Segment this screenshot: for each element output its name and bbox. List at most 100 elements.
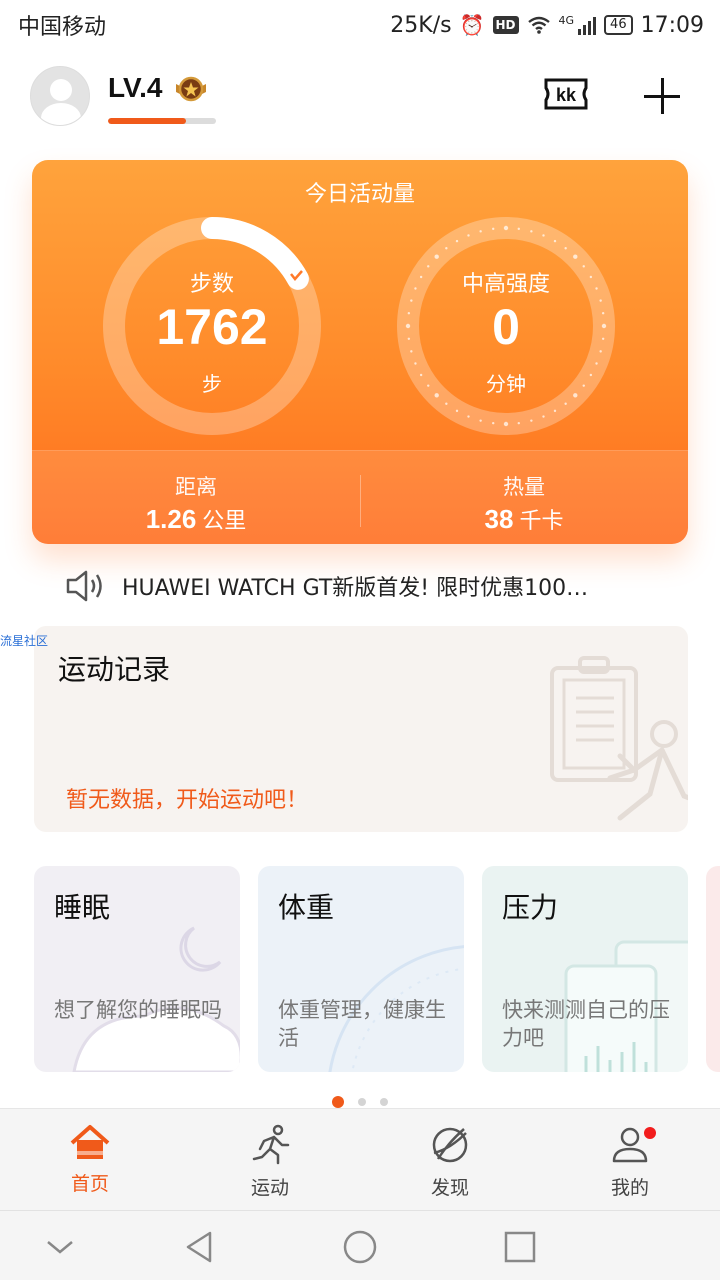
intensity-tick <box>414 362 417 365</box>
intensity-tick <box>467 415 470 418</box>
weight-title: 体重 <box>278 891 335 924</box>
tab-exercise[interactable]: 运动 <box>180 1119 360 1209</box>
intensity-tick <box>542 415 545 418</box>
signal-icon <box>578 15 597 35</box>
activity-summary: 距离 1.26 公里 热量 38 千卡 <box>32 450 688 544</box>
steps-label: 步数 <box>189 272 234 297</box>
kk-ticket-icon[interactable]: kk <box>540 74 592 114</box>
intensity-ring[interactable]: 中高强度 0 分钟 <box>396 216 616 436</box>
calories-value: 38 <box>484 504 514 534</box>
intensity-tick <box>564 402 567 405</box>
intensity-tick <box>492 421 495 425</box>
carousel-dot <box>380 1098 388 1106</box>
intensity-label: 中高强度 <box>461 272 550 297</box>
tab-me-label: 我的 <box>610 1177 649 1199</box>
sleep-card[interactable]: 睡眠 想了解您的睡眠吗 <box>34 866 240 1072</box>
tab-me[interactable]: 我的 <box>540 1119 720 1209</box>
home-icon <box>70 1125 110 1159</box>
tab-home[interactable]: 首页 <box>0 1119 180 1209</box>
stress-title: 压力 <box>502 891 559 924</box>
sleep-desc: 想了解您的睡眠吗 <box>54 998 222 1022</box>
distance-value: 1.26 <box>145 504 197 534</box>
tab-discover[interactable]: 发现 <box>360 1119 540 1209</box>
steps-value: 1762 <box>156 299 268 355</box>
record-empty-hint[interactable]: 暂无数据，开始运动吧！ <box>66 782 308 814</box>
intensity-tick <box>595 362 598 365</box>
clock: 17:09 <box>640 12 704 38</box>
intensity-tick <box>553 409 557 413</box>
chevron-down-icon[interactable] <box>40 1227 80 1267</box>
intensity-tick <box>573 254 578 259</box>
intensity-tick <box>479 230 482 233</box>
wifi-icon <box>527 16 550 34</box>
weight-card[interactable]: 体重 体重管理，健康生活 <box>258 866 464 1072</box>
intensity-tick <box>530 419 533 422</box>
intensity-tick <box>467 234 470 237</box>
stress-card[interactable]: 压力 快来测测自己的压力吧 <box>482 866 688 1072</box>
tab-exercise-label: 运动 <box>250 1177 289 1199</box>
recents-icon[interactable] <box>500 1227 540 1267</box>
hd-badge: HD <box>492 16 519 34</box>
add-button[interactable] <box>640 74 684 118</box>
intensity-tick <box>503 421 509 427</box>
carousel-dots <box>0 1096 720 1108</box>
stress-desc: 快来测测自己的压力吧 <box>502 998 670 1050</box>
intensity-unit: 分钟 <box>486 372 526 396</box>
intensity-value: 0 <box>492 299 520 355</box>
back-icon[interactable] <box>180 1227 220 1267</box>
weight-desc: 体重管理，健康生活 <box>278 998 446 1050</box>
discover-icon <box>432 1127 468 1163</box>
intensity-tick <box>455 409 459 413</box>
carousel-dot-active <box>332 1096 344 1108</box>
steps-unit: 步 <box>202 372 222 396</box>
announcement-bar[interactable]: HUAWEI WATCH GT新版首发! 限时优惠100… <box>64 566 664 606</box>
home-nav-icon[interactable] <box>340 1227 380 1267</box>
tab-discover-label: 发现 <box>430 1177 469 1199</box>
status-icons: 25K/s ⏰ HD 4G 46 17:09 <box>390 13 704 38</box>
announcement-text[interactable]: HUAWEI WATCH GT新版首发! 限时优惠100… <box>122 570 662 602</box>
level-progress-bar <box>108 118 216 124</box>
record-title: 运动记录 <box>58 653 171 686</box>
clipboard-runner-icon <box>550 656 688 821</box>
calories-stat: 热量 38 千卡 <box>360 471 688 535</box>
intensity-tick <box>434 254 439 259</box>
distance-unit: 公里 <box>202 508 247 533</box>
intensity-tick <box>503 225 509 231</box>
intensity-tick <box>517 421 520 425</box>
steps-ring[interactable]: 步数 1762 步 <box>102 216 322 436</box>
intensity-tick <box>517 227 520 231</box>
sleep-title: 睡眠 <box>54 891 111 924</box>
distance-stat: 距离 1.26 公里 <box>32 471 360 535</box>
activity-title: 今日活动量 <box>304 182 415 207</box>
kk-label: kk <box>556 85 577 105</box>
intensity-tick <box>445 402 448 405</box>
carousel-dot <box>358 1098 366 1106</box>
level-medal-icon <box>176 76 206 102</box>
intensity-tick <box>564 247 567 250</box>
alarm-icon: ⏰ <box>459 13 485 37</box>
avatar[interactable] <box>30 66 90 126</box>
intensity-tick <box>542 234 545 237</box>
calories-label: 热量 <box>503 475 545 499</box>
intensity-tick <box>530 230 533 233</box>
next-card-peek[interactable] <box>706 866 720 1072</box>
tab-home-label: 首页 <box>70 1173 109 1195</box>
intensity-tick <box>479 419 482 422</box>
intensity-tick <box>455 239 459 243</box>
network-type: 4G <box>558 13 575 27</box>
community-float-label[interactable]: 流星社区 <box>0 632 48 649</box>
status-bar: 中国移动 25K/s ⏰ HD 4G 46 17:09 <box>0 0 720 50</box>
running-icon <box>252 1124 290 1165</box>
intensity-tick <box>445 247 448 250</box>
battery-icon: 46 <box>604 15 633 35</box>
speaker-icon <box>66 570 102 602</box>
intensity-tick <box>553 239 557 243</box>
notification-dot <box>644 1127 656 1139</box>
exercise-record-card[interactable]: 运动记录 暂无数据，开始运动吧！ <box>34 626 688 832</box>
header: LV.4 kk <box>0 60 720 140</box>
system-nav-bar <box>0 1210 720 1280</box>
bottom-tab-bar: 首页 运动 发现 我的 <box>0 1108 720 1210</box>
level-label[interactable]: LV.4 <box>108 72 162 104</box>
intensity-tick <box>492 227 495 231</box>
activity-card[interactable]: 今日活动量 步数 1762 步 中高强度 0 分钟 距离 1.26 公里 热量 3… <box>32 160 688 544</box>
